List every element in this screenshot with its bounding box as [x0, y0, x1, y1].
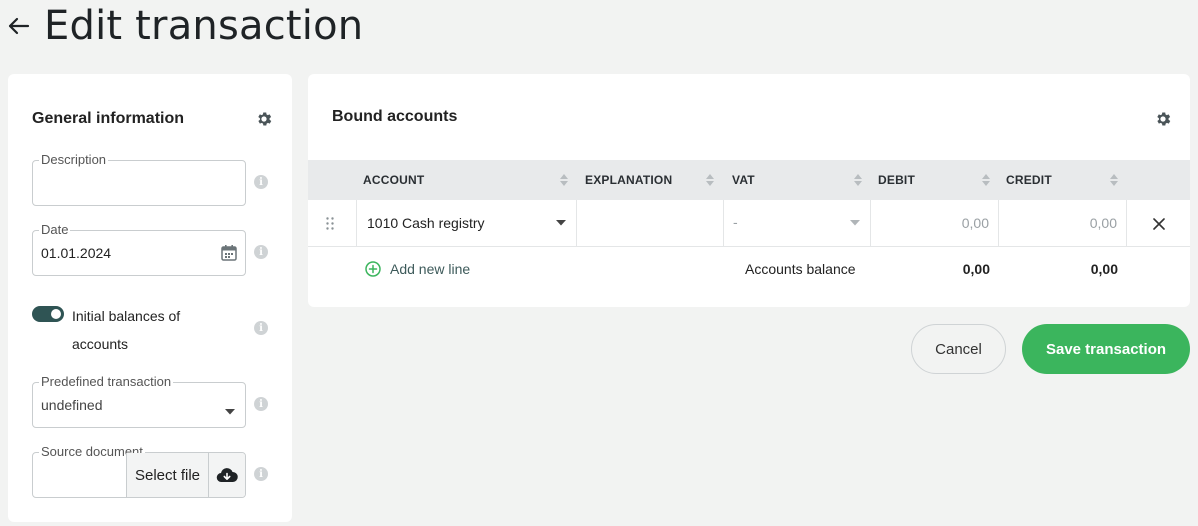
sort-icon[interactable]: [559, 172, 569, 188]
date-value: 01.01.2024: [41, 245, 112, 261]
date-label: Date: [39, 222, 71, 238]
info-icon: i: [254, 397, 268, 411]
gear-icon[interactable]: [1154, 110, 1172, 128]
bound-accounts-title: Bound accounts: [332, 108, 458, 125]
info-icon: i: [254, 321, 268, 335]
sort-icon[interactable]: [1109, 172, 1119, 188]
calendar-icon[interactable]: [221, 244, 237, 266]
sort-icon[interactable]: [705, 172, 715, 188]
initial-balances-label: Initial balances of accounts: [72, 308, 181, 352]
vat-select[interactable]: -: [723, 200, 870, 246]
explanation-input[interactable]: [576, 200, 723, 246]
accounts-balance-label: Accounts balance: [745, 261, 856, 277]
page-header: Edit transaction: [6, 0, 363, 52]
debit-value: 0,00: [961, 215, 989, 231]
column-header-account[interactable]: ACCOUNT: [363, 160, 424, 200]
chevron-down-icon: [556, 220, 566, 226]
toggle-knob: [51, 309, 61, 319]
initial-balances-toggle[interactable]: [32, 306, 64, 322]
add-new-line-label: Add new line: [390, 261, 471, 277]
gear-icon[interactable]: [255, 110, 273, 128]
column-header-credit[interactable]: CREDIT: [1006, 160, 1052, 200]
table-row: 1010 Cash registry - 0,00 0,00: [308, 200, 1190, 247]
chevron-down-icon: [850, 220, 860, 226]
row-actions: [1126, 200, 1190, 246]
general-information-title: General information: [32, 110, 185, 127]
column-header-vat[interactable]: VAT: [732, 160, 755, 200]
column-header-debit[interactable]: DEBIT: [878, 160, 915, 200]
table-header: ACCOUNT EXPLANATION VAT DEBIT CREDIT: [308, 160, 1190, 200]
add-new-line-button[interactable]: Add new line: [365, 261, 470, 277]
general-information-card: General information Description i Date 0…: [8, 74, 292, 522]
vat-value: -: [733, 214, 738, 230]
chevron-down-icon: [225, 402, 235, 420]
predefined-transaction-value: undefined: [41, 397, 103, 413]
account-select[interactable]: 1010 Cash registry: [356, 200, 576, 246]
table-footer: Add new line Accounts balance 0,00 0,00: [308, 248, 1190, 294]
predefined-transaction-label: Predefined transaction: [39, 374, 174, 390]
select-file-button[interactable]: Select file: [126, 453, 208, 497]
info-icon: i: [254, 245, 268, 259]
info-icon: i: [254, 175, 268, 189]
back-arrow-icon[interactable]: [6, 13, 32, 39]
column-header-explanation[interactable]: EXPLANATION: [585, 160, 672, 200]
debit-input[interactable]: 0,00: [870, 200, 998, 246]
date-field[interactable]: Date 01.01.2024: [32, 222, 246, 276]
sort-icon[interactable]: [853, 172, 863, 188]
bound-accounts-card: Bound accounts ACCOUNT EXPLANATION VAT D…: [308, 74, 1190, 307]
predefined-transaction-select[interactable]: Predefined transaction undefined: [32, 374, 246, 428]
credit-input[interactable]: 0,00: [998, 200, 1126, 246]
description-field[interactable]: Description: [32, 152, 246, 206]
cloud-download-icon[interactable]: [208, 453, 245, 497]
account-value: 1010 Cash registry: [367, 215, 485, 231]
balance-credit-value: 0,00: [1090, 261, 1118, 277]
credit-value: 0,00: [1089, 215, 1117, 231]
plus-circle-icon: [365, 261, 381, 277]
sort-icon[interactable]: [981, 172, 991, 188]
balance-debit-value: 0,00: [962, 261, 990, 277]
drag-handle-icon[interactable]: [326, 217, 334, 235]
page-title: Edit transaction: [44, 3, 364, 49]
info-icon: i: [254, 467, 268, 481]
save-transaction-button[interactable]: Save transaction: [1022, 324, 1190, 374]
cancel-button[interactable]: Cancel: [911, 324, 1006, 374]
description-label: Description: [39, 152, 109, 168]
close-icon[interactable]: [1153, 217, 1165, 235]
source-document-field: Source document Select file: [32, 444, 246, 498]
